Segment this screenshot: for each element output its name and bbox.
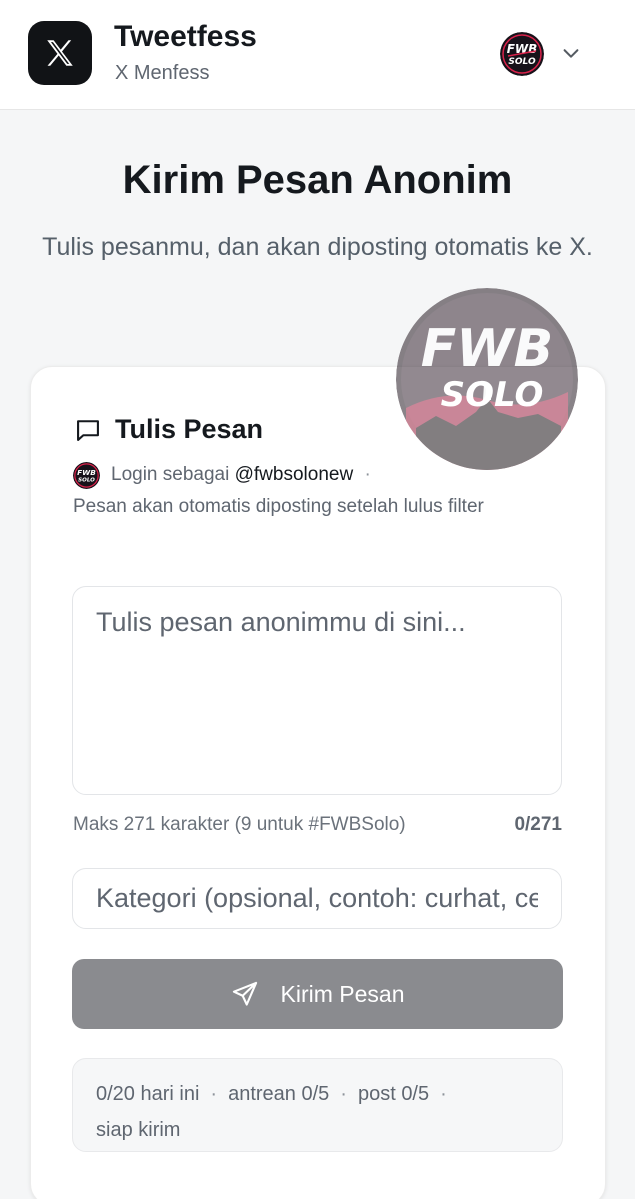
x-logo-icon[interactable]	[28, 21, 92, 85]
login-status: Login sebagai @fwbsolonew ·	[111, 464, 371, 486]
fwb-solo-watermark: FWB SOLO	[396, 288, 578, 470]
card-title: Tulis Pesan	[115, 414, 264, 444]
chevron-down-icon[interactable]	[560, 42, 582, 64]
page-subtitle: Tulis pesanmu, dan akan diposting otomat…	[42, 233, 593, 261]
stat-today: 0/20 hari ini	[96, 1083, 200, 1105]
message-input[interactable]	[72, 586, 562, 795]
app-header: Tweetfess X Menfess FWB SOLO	[0, 0, 635, 110]
user-avatar: FWB SOLO	[73, 462, 100, 489]
stat-separator: ·	[340, 1083, 347, 1105]
filter-info: Pesan akan otomatis diposting setelah lu…	[73, 496, 484, 517]
page-title: Kirim Pesan Anonim	[122, 158, 513, 202]
svg-text:SOLO: SOLO	[78, 478, 95, 484]
character-counter: 0/271	[514, 814, 562, 835]
message-icon	[74, 416, 102, 444]
stat-post: post 0/5	[357, 1083, 430, 1105]
stat-separator: ·	[210, 1083, 218, 1105]
send-button[interactable]: Kirim Pesan	[72, 959, 563, 1029]
send-icon	[231, 980, 259, 1008]
stat-queue: antrean 0/5	[228, 1083, 330, 1105]
stat-status: siap kirim	[96, 1119, 181, 1141]
login-prefix: Login sebagai	[111, 464, 230, 485]
app-subtitle: X Menfess	[115, 62, 210, 84]
svg-text:SOLO: SOLO	[441, 375, 544, 415]
usage-stats: 0/20 hari ini · antrean 0/5 · post 0/5 · siap…	[72, 1058, 563, 1152]
app-title: Tweetfess	[114, 20, 257, 53]
account-avatar[interactable]: FWB SOLO	[500, 32, 544, 76]
svg-text:FWB: FWB	[421, 319, 554, 379]
send-button-label: Kirim Pesan	[280, 980, 405, 1007]
stat-separator: ·	[440, 1083, 447, 1105]
username-link[interactable]: @fwbsolonew	[235, 464, 354, 485]
svg-text:SOLO: SOLO	[508, 57, 536, 67]
svg-text:FWB: FWB	[77, 468, 96, 477]
character-limit-hint: Maks 271 karakter (9 untuk #FWBSolo)	[73, 814, 406, 835]
separator-dot: ·	[364, 464, 371, 485]
category-input[interactable]	[72, 868, 562, 929]
